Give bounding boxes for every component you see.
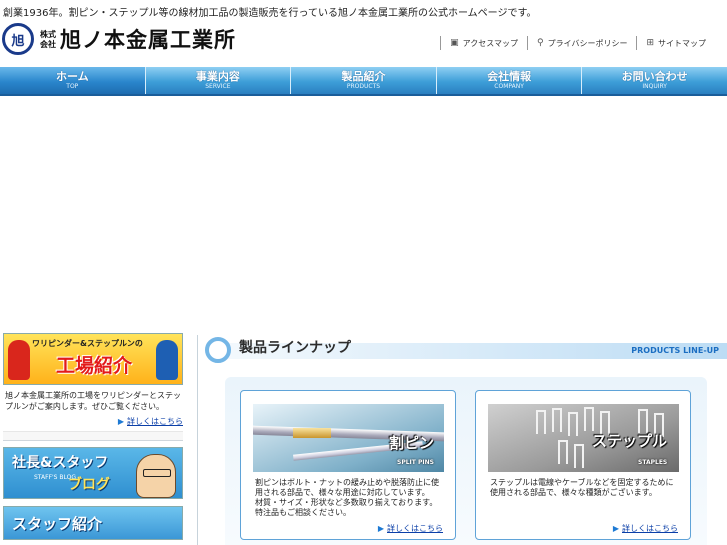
heading-ring-icon <box>205 337 231 363</box>
nav-label-en: TOP <box>66 82 79 90</box>
blog-banner-title: 社長&スタッフ <box>12 455 109 471</box>
split-pins-more-link[interactable]: ▶ 詳しくはこちら <box>378 523 443 534</box>
staple-shape <box>558 440 568 464</box>
logo-sub-line1: 株式 <box>40 29 56 39</box>
staples-description: ステップルは電線やケーブルなどを固定するために使用される部品で、様々な種類がござ… <box>490 478 680 498</box>
factory-more-label: 詳しくはこちら <box>127 417 183 426</box>
sidebar: ワリピンダー&ステップルンの 工場紹介 旭ノ本金属工業所の工場をワリピンダーとス… <box>3 333 185 540</box>
global-navigation: ホーム TOP 事業内容 SERVICE 製品紹介 PRODUCTS 会社情報 … <box>0 67 727 96</box>
nav-label-en: INQUIRY <box>642 82 667 90</box>
staples-more-label: 詳しくはこちら <box>622 524 678 533</box>
company-logo[interactable]: 旭 株式 会社 旭ノ本金属工業所 <box>2 21 237 57</box>
nav-label-jp: 製品紹介 <box>341 69 386 83</box>
staples-text-1: ステップルは電線やケーブルなどを固定するために使用される部品で、様々な種類がござ… <box>490 478 674 497</box>
mascot-right-image <box>156 340 178 380</box>
blog-banner-subtitle: ブログ <box>68 477 110 493</box>
search-icon: ⚲ <box>537 38 544 48</box>
staples-label: ステップル <box>592 432 668 450</box>
nav-item-home[interactable]: ホーム TOP <box>0 67 146 94</box>
products-panel: 割ピン SPLIT PINS 割ピンはボルト・ナットの緩み止めや脱落防止に使用さ… <box>225 377 707 545</box>
staple-shape <box>574 444 584 468</box>
nav-label-en: SERVICE <box>205 82 231 90</box>
staff-intro-banner[interactable]: スタッフ紹介 <box>3 506 183 540</box>
arrow-right-icon: ▶ <box>377 524 384 533</box>
staples-more-link[interactable]: ▶ 詳しくはこちら <box>613 523 678 534</box>
staff-blog-banner[interactable]: 社長&スタッフ STAFF'S BLOG ブログ <box>3 447 183 499</box>
heading-title-jp: 製品ラインナップ <box>239 340 351 356</box>
factory-tour-banner[interactable]: ワリピンダー&ステップルンの 工場紹介 <box>3 333 183 385</box>
nav-label-jp: 会社情報 <box>487 69 532 83</box>
products-lineup-heading: 製品ラインナップ PRODUCTS LINE-UP <box>205 337 727 363</box>
heading-title-en: PRODUCTS LINE-UP <box>631 346 719 355</box>
staff-banner-title: スタッフ紹介 <box>12 515 103 533</box>
privacy-policy-link[interactable]: ⚲ プライバシーポリシー <box>527 36 636 50</box>
president-illustration <box>136 454 176 498</box>
split-pins-description: 割ピンはボルト・ナットの緩み止めや脱落防止に使用される部品で、様々な用途に対応し… <box>255 478 445 518</box>
logo-sub-line2: 会社 <box>40 39 56 49</box>
split-pins-label-en: SPLIT PINS <box>397 459 434 466</box>
split-pins-label: 割ピン <box>389 434 435 452</box>
nav-item-service[interactable]: 事業内容 SERVICE <box>146 67 292 94</box>
factory-banner-top-text: ワリピンダー&ステップルンの <box>32 339 143 348</box>
access-map-label: アクセスマップ <box>462 38 519 48</box>
sitemap-icon: ⊞ <box>646 38 654 48</box>
sitemap-label: サイトマップ <box>658 38 706 48</box>
logo-mark-icon: 旭 <box>2 23 34 55</box>
header-utility-links: ▣ アクセスマップ ⚲ プライバシーポリシー ⊞ サイトマップ <box>440 36 715 50</box>
product-card-split-pins: 割ピン SPLIT PINS 割ピンはボルト・ナットの緩み止めや脱落防止に使用さ… <box>240 390 456 540</box>
split-pins-text-1: 割ピンはボルト・ナットの緩み止めや脱落防止に使用される部品で、様々な用途に対応し… <box>255 478 439 497</box>
nav-label-jp: 事業内容 <box>195 69 240 83</box>
sidebar-divider <box>3 431 183 441</box>
staple-shape <box>536 410 546 434</box>
nav-label-en: PRODUCTS <box>346 82 381 90</box>
arrow-right-icon: ▶ <box>612 524 619 533</box>
staples-label-en: STAPLES <box>638 459 668 466</box>
pin-shape <box>293 428 331 438</box>
nav-item-products[interactable]: 製品紹介 PRODUCTS <box>291 67 437 94</box>
nav-item-inquiry[interactable]: お問い合わせ INQUIRY <box>582 67 727 94</box>
logo-company-name: 旭ノ本金属工業所 <box>60 27 236 52</box>
factory-more-link[interactable]: ▶ 詳しくはこちら <box>3 416 183 427</box>
logo-company-type: 株式 会社 <box>40 29 56 49</box>
factory-banner-title: 工場紹介 <box>56 355 133 377</box>
split-pins-image[interactable]: 割ピン SPLIT PINS <box>253 404 444 472</box>
map-icon: ▣ <box>450 38 459 48</box>
column-divider <box>197 335 198 545</box>
mascot-left-image <box>8 340 30 380</box>
factory-description: 旭ノ本金属工業所の工場をワリピンダーとステップルンがご案内します。ぜひご覧くださ… <box>5 391 181 411</box>
access-map-link[interactable]: ▣ アクセスマップ <box>440 36 527 50</box>
nav-item-company[interactable]: 会社情報 COMPANY <box>437 67 583 94</box>
nav-label-en: COMPANY <box>494 82 524 90</box>
staples-image[interactable]: ステップル STAPLES <box>488 404 679 472</box>
nav-label-jp: お問い合わせ <box>621 69 688 83</box>
split-pins-more-label: 詳しくはこちら <box>387 524 443 533</box>
nav-label-jp: ホーム <box>55 69 89 83</box>
sitemap-link[interactable]: ⊞ サイトマップ <box>636 36 715 50</box>
site-tagline: 創業1936年。割ピン・ステップル等の線材加工品の製造販売を行っている旭ノ本金属… <box>3 8 537 19</box>
product-card-staples: ステップル STAPLES ステップルは電線やケーブルなどを固定するために使用さ… <box>475 390 691 540</box>
staple-shape <box>568 412 578 436</box>
split-pins-text-2: 材質・サイズ・形状など多数取り揃えております。特注品もご相談ください。 <box>255 498 438 517</box>
staple-shape <box>584 407 594 431</box>
arrow-right-icon: ▶ <box>117 417 124 426</box>
privacy-policy-label: プライバシーポリシー <box>547 38 628 48</box>
staple-shape <box>552 408 562 432</box>
